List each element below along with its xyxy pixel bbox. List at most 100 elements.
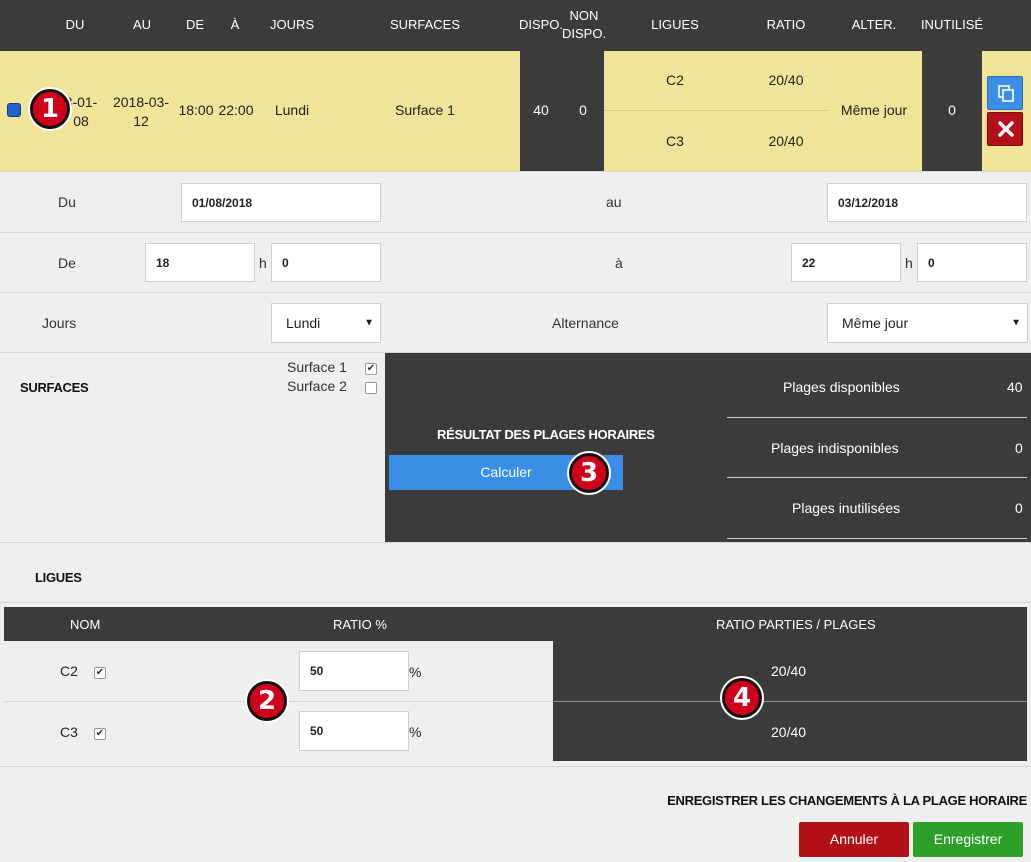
pct-label: % — [409, 724, 422, 740]
row-au-line2: 12 — [133, 113, 149, 129]
copy-icon — [998, 85, 1014, 102]
col-du: DU — [65, 17, 85, 32]
row-dispo: 40 — [533, 102, 549, 118]
col-surfaces: SURFACES — [389, 17, 461, 32]
caret-down-icon: ▼ — [1011, 317, 1021, 329]
pct-label: % — [409, 664, 422, 680]
row-non-dispo: 0 — [579, 102, 587, 118]
ligue-name: C2 — [60, 663, 78, 679]
du-label: Du — [58, 194, 76, 210]
surfaces-section: SURFACES Surface 1 ✔ Surface 2 RÉSULTAT … — [0, 352, 1031, 542]
ligue-c2-checkbox[interactable]: ✔ — [94, 667, 106, 679]
row-inutilise: 0 — [948, 102, 956, 118]
stat-label: Plages inutilisées — [792, 500, 901, 516]
caret-down-icon: ▼ — [364, 317, 374, 329]
alternance-label: Alternance — [552, 315, 619, 331]
row-checkbox[interactable] — [7, 103, 21, 117]
annotation-badge-1: 1 — [30, 89, 70, 129]
stat-value: 0 — [1015, 500, 1023, 516]
ligue-c2-ratio-input[interactable]: 50 — [299, 651, 409, 691]
row-au-line1: 2018-03- — [112, 94, 170, 110]
ligues-label: LIGUES — [35, 570, 82, 585]
delete-button[interactable] — [987, 112, 1023, 146]
surface-item-label: Surface 2 — [287, 378, 347, 394]
au-label: au — [606, 194, 622, 210]
col-de: DE — [185, 17, 205, 32]
stat-value: 40 — [1007, 379, 1023, 395]
de-minute-input[interactable]: 0 — [271, 243, 381, 282]
results-title: RÉSULTAT DES PLAGES HORAIRES — [437, 427, 655, 442]
row-ligue-ratio: 20/40 — [768, 133, 804, 149]
row-ligue-name: C2 — [666, 72, 684, 88]
results-panel: RÉSULTAT DES PLAGES HORAIRES Calculer Pl… — [385, 353, 1031, 542]
divider — [0, 766, 1031, 767]
ligue-c3-checkbox[interactable]: ✔ — [94, 728, 106, 740]
row-ligue-name: C3 — [666, 133, 684, 149]
ligues-section-header: LIGUES — [0, 542, 1031, 602]
h-separator: h — [259, 255, 267, 271]
stat-divider — [727, 538, 1027, 539]
divider — [0, 602, 1031, 603]
table-header: DU AU DE À JOURS SURFACES DISPO. NON DIS… — [0, 0, 1031, 51]
row-jours: Lundi — [274, 102, 310, 118]
a-minute-input[interactable]: 0 — [917, 243, 1027, 282]
col-ligues: LIGUES — [651, 17, 699, 32]
annotation-badge-4: 4 — [722, 678, 762, 718]
alternance-select[interactable]: Même jour ▼ — [827, 303, 1028, 343]
au-input[interactable]: 03/12/2018 — [827, 183, 1027, 222]
surface-item-label: Surface 1 — [287, 359, 347, 375]
row-au: 2018-03- 12 — [108, 93, 174, 131]
ligue-c3-ratio-input[interactable]: 50 — [299, 711, 409, 751]
save-button[interactable]: Enregistrer — [913, 822, 1023, 857]
col-ratio-pct: RATIO % — [333, 617, 387, 632]
stat-label: Plages indisponibles — [771, 440, 899, 456]
row-surfaces: Surface 1 — [395, 102, 455, 118]
form-row-hours: De 18 h 0 à 22 h 0 — [0, 232, 1031, 292]
col-ratio-parties: RATIO PARTIES / PLAGES — [716, 617, 876, 632]
selected-row[interactable]: 8-01- 08 2018-03- 12 18:00 22:00 Lundi S… — [0, 51, 1031, 171]
stat-divider — [727, 417, 1027, 418]
row-divider-dark — [553, 701, 1027, 702]
ligues-divider — [604, 110, 828, 111]
col-alter: ALTER. — [851, 17, 897, 32]
annotation-badge-3: 3 — [569, 453, 609, 493]
stat-value: 0 — [1015, 440, 1023, 456]
col-inutilise: INUTILISÉ — [920, 17, 984, 32]
a-label: à — [615, 255, 623, 271]
ligue-ratio-parties: 20/40 — [771, 663, 807, 679]
annotation-badge-2: 2 — [247, 681, 287, 721]
copy-button[interactable] — [987, 76, 1023, 110]
h-separator: h — [905, 255, 913, 271]
du-input[interactable]: 01/08/2018 — [181, 183, 381, 222]
col-dispo: DISPO. — [518, 17, 564, 32]
de-hour-input[interactable]: 18 — [145, 243, 255, 282]
row-de: 18:00 — [178, 102, 214, 118]
surface-2-checkbox[interactable] — [365, 382, 377, 394]
cancel-button[interactable]: Annuler — [799, 822, 909, 857]
close-icon — [998, 121, 1014, 137]
row-alter: Même jour — [840, 102, 908, 118]
jours-select[interactable]: Lundi ▼ — [271, 303, 381, 343]
col-au: AU — [132, 17, 152, 32]
alternance-select-value: Même jour — [842, 315, 909, 331]
form-row-days: Jours Lundi ▼ Alternance Même jour ▼ — [0, 292, 1031, 352]
de-label: De — [58, 255, 76, 271]
col-non-dispo-2: DISPO. — [562, 26, 607, 41]
ligue-ratio-parties: 20/40 — [771, 724, 807, 740]
surface-1-checkbox[interactable]: ✔ — [365, 363, 377, 375]
stat-divider — [727, 477, 1027, 478]
ligues-table-header: NOM RATIO % RATIO PARTIES / PLAGES — [4, 607, 1027, 641]
ligue-name: C3 — [60, 724, 78, 740]
jours-label: Jours — [42, 315, 77, 331]
save-title: ENREGISTRER LES CHANGEMENTS À LA PLAGE H… — [667, 793, 1027, 808]
surfaces-label: SURFACES — [20, 380, 89, 395]
col-non-dispo-1: NON — [569, 8, 599, 23]
jours-select-value: Lundi — [286, 315, 321, 331]
a-hour-input[interactable]: 22 — [791, 243, 901, 282]
row-ligue-ratio: 20/40 — [768, 72, 804, 88]
col-jours: JOURS — [269, 17, 315, 32]
col-a: À — [230, 17, 240, 32]
row-a: 22:00 — [218, 102, 254, 118]
col-ratio: RATIO — [766, 17, 806, 32]
col-nom: NOM — [70, 617, 101, 632]
